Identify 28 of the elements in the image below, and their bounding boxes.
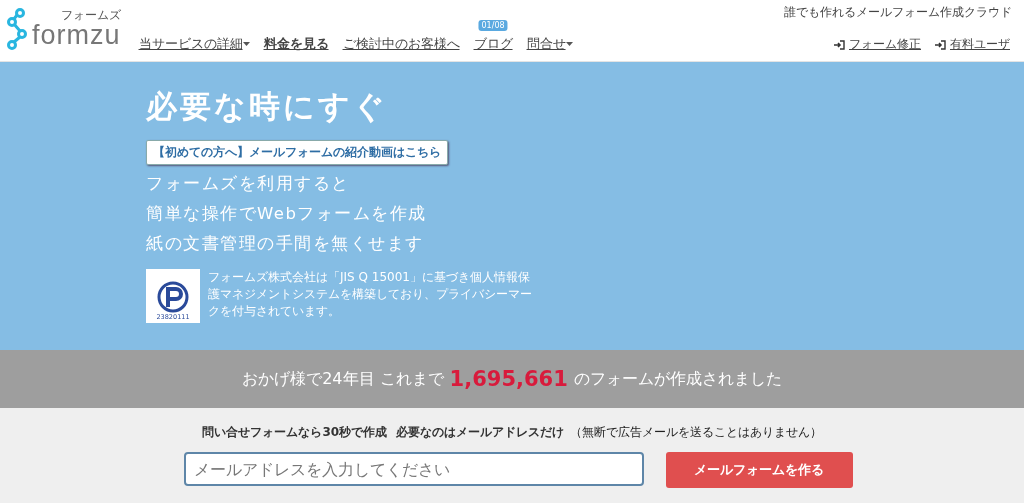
login-icon	[834, 39, 846, 50]
hero-title: 必要な時にすぐ	[146, 87, 389, 126]
nav-link[interactable]: 当サービスの詳細	[138, 35, 250, 53]
login-icon	[935, 39, 947, 50]
tagline: 誰でも作れるメールフォーム作成クラウド	[784, 4, 1012, 21]
account-link[interactable]: 有料ユーザ	[935, 36, 1010, 53]
nav-link[interactable]: ご検討中のお客様へ	[342, 35, 460, 53]
hero-text: 紙の文書管理の手間を無くせます	[146, 233, 425, 255]
logo-text: formzu	[32, 22, 121, 48]
create-form-button[interactable]: メールフォームを作る	[665, 452, 853, 488]
date-badge: 01/08	[478, 20, 508, 31]
signup-note: （無断で広告メールを送ることはありません）	[569, 424, 822, 441]
caret-icon	[242, 42, 250, 46]
logo-kana: フォームズ	[60, 9, 121, 22]
form-count: 1,695,661	[449, 367, 568, 391]
nav-link[interactable]: 料金を見る	[263, 35, 329, 53]
caret-icon	[565, 42, 573, 46]
email-field[interactable]: メールアドレスを入力してください	[183, 452, 644, 486]
video-button[interactable]: 【初めての方へ】メールフォームの紹介動画はこちら	[146, 140, 448, 165]
hero-text: フォームズを利用すると	[146, 173, 351, 195]
stats-text: おかげ様で24年目 これまで	[242, 368, 444, 390]
stats-text: のフォームが作成されました	[573, 368, 782, 390]
hero-text: 簡単な操作でWebフォームを作成	[146, 203, 428, 225]
nav-link[interactable]: 問合せ	[526, 35, 573, 53]
privacy-text: フォームズ株式会社は「JIS Q 15001」に基づき個人情報保護マネジメントシステムを構築しており、プライバシーマークを付与されています。	[208, 269, 533, 320]
logo-icon	[6, 7, 28, 50]
account-link[interactable]: フォーム修正	[834, 36, 921, 53]
signup-heading: 問い合せフォームなら30秒で作成 必要なのはメールアドレスだけ	[202, 424, 564, 441]
